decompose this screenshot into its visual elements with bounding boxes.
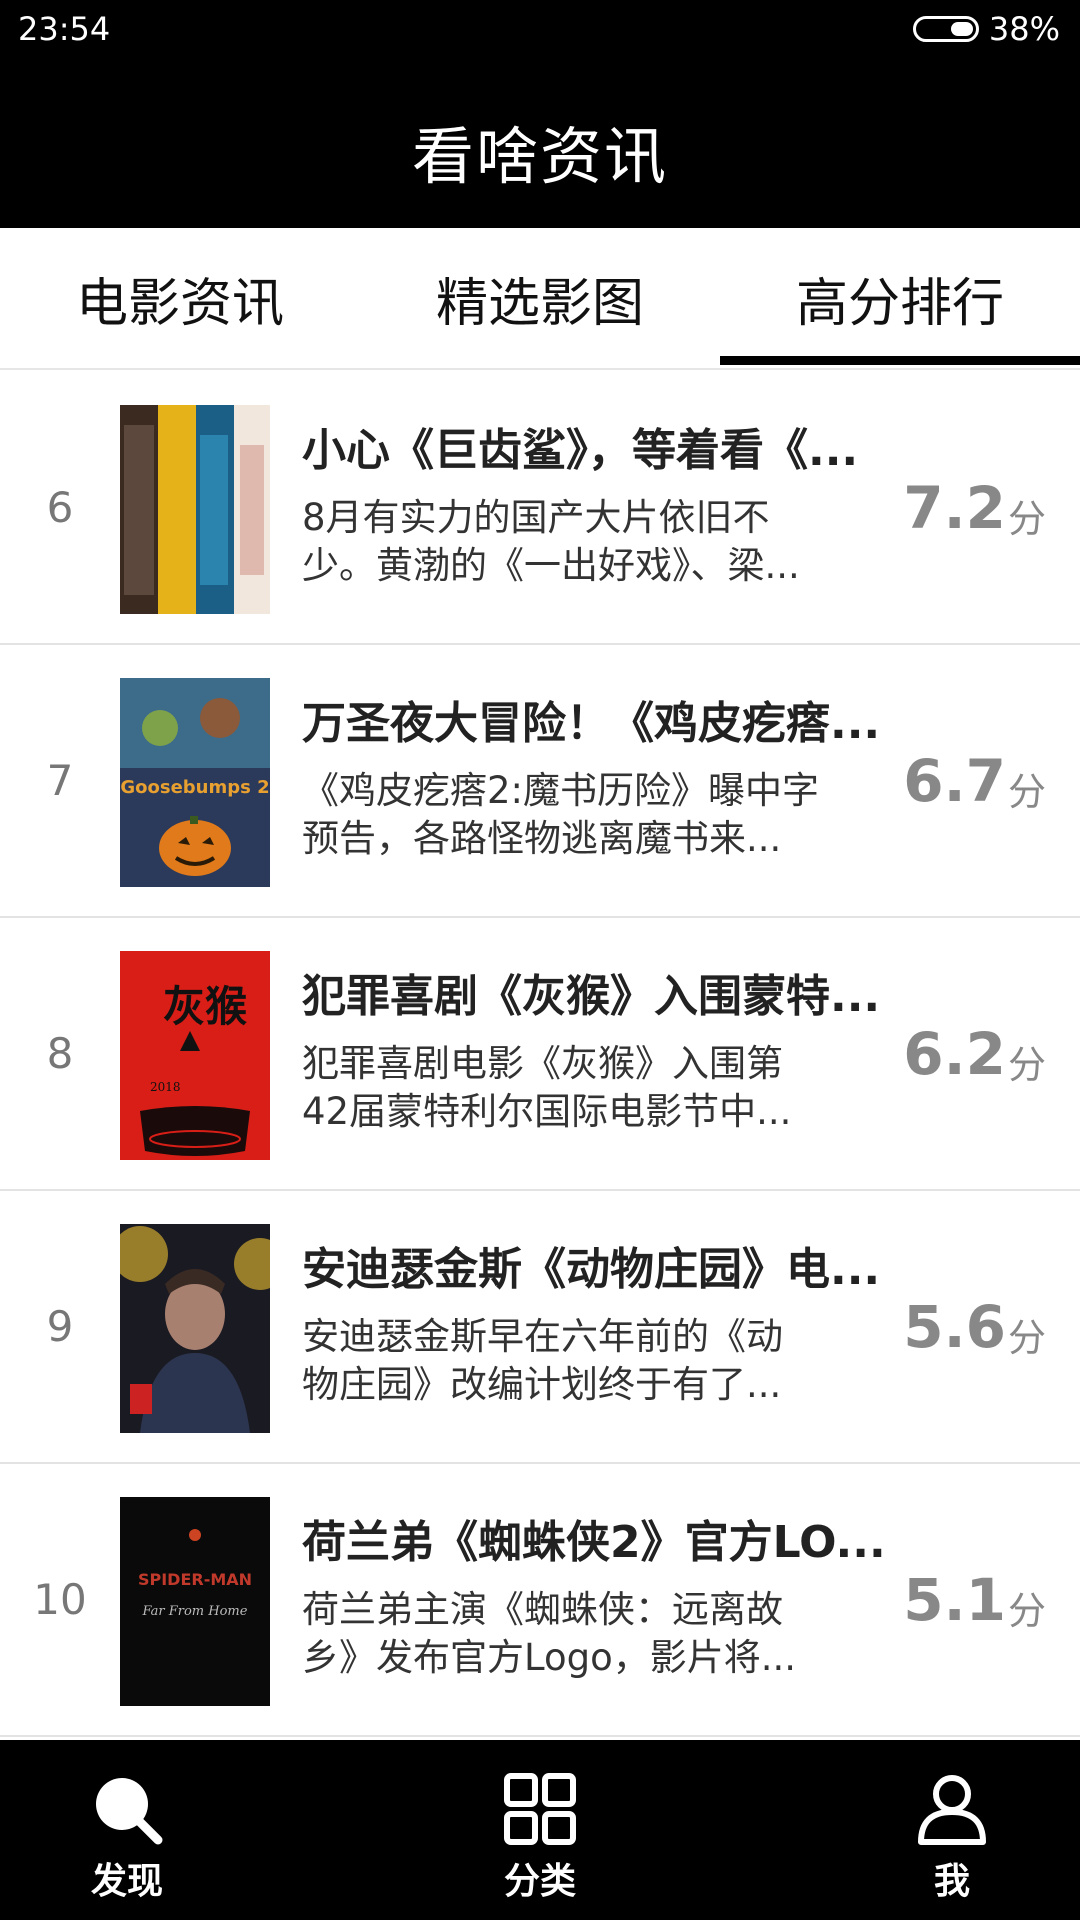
rank-number: 8 [46, 1029, 74, 1078]
rank-number: 9 [46, 1302, 74, 1351]
poster-image: SPIDER-MAN Far From Home [120, 1497, 270, 1706]
nav-me[interactable]: 我 [852, 1740, 1052, 1920]
summary-line: 犯罪喜剧电影《灰猴》入围第 [302, 1042, 783, 1085]
news-summary: 《鸡皮疙瘩2:魔书历险》曝中字 预告，各路怪物逃离魔书来... [302, 767, 842, 863]
summary-line: 物庄园》改编计划终于有了... [302, 1363, 782, 1406]
nav-discover[interactable]: 发现 [27, 1740, 227, 1920]
rating-score: 7.2 分 [903, 372, 1046, 643]
rating-score: 5.6 分 [903, 1191, 1046, 1462]
tab-bar: 电影资讯 精选影图 高分排行 [0, 228, 1080, 370]
nav-label: 我 [933, 1861, 970, 1902]
top-bar: 23:54 38% 看啥资讯 [0, 0, 1080, 228]
poster-image: 灰猴 2018 [120, 951, 270, 1160]
search-icon [96, 1778, 163, 1845]
summary-line: 乡》发布官方Logo，影片将... [302, 1636, 797, 1679]
grid-icon [504, 1773, 576, 1845]
bottom-nav: 发现 分类 我 [0, 1740, 1080, 1920]
summary-line: 8月有实力的国产大片依旧不 [302, 496, 770, 539]
list-item[interactable]: 8 灰猴 2018 犯罪喜剧《灰猴》入围蒙特... 犯罪喜剧电影《灰猴》入围第 … [0, 918, 1080, 1191]
score-value: 5.1 [903, 1565, 1006, 1634]
poster-caption: Goosebumps 2 [120, 777, 269, 798]
poster-image [120, 405, 270, 614]
list-item[interactable]: 9 安迪瑟金斯《动物庄园》电... 安迪瑟金斯早在六年前的《动 物庄园》改编计划… [0, 1191, 1080, 1464]
rank-number: 10 [33, 1575, 87, 1624]
summary-line: 预告，各路怪物逃离魔书来... [302, 817, 782, 860]
status-right: 38% [912, 10, 1060, 48]
rating-score: 6.7 分 [903, 645, 1046, 916]
summary-line: 荷兰弟主演《蜘蛛侠：远离故 [302, 1588, 783, 1631]
rank-number: 6 [46, 483, 74, 532]
summary-line: 42届蒙特利尔国际电影节中... [302, 1090, 792, 1133]
summary-line: 少。黄渤的《一出好戏》、梁... [302, 544, 800, 587]
page-title: 看啥资讯 [411, 120, 668, 193]
ranking-list: 6 小心《巨齿鲨》，等着看《... 8月有实力的国产大片依旧不 少。黄渤的《一出… [0, 372, 1080, 1737]
news-title: 安迪瑟金斯《动物庄园》电... [302, 1244, 881, 1295]
rating-score: 6.2 分 [903, 918, 1046, 1189]
battery-icon [912, 16, 979, 42]
poster-caption: Far From Home [142, 1604, 248, 1619]
poster-year: 2018 [150, 1080, 181, 1094]
score-value: 6.7 [903, 746, 1006, 815]
score-unit: 分 [1007, 1316, 1046, 1360]
news-summary: 荷兰弟主演《蜘蛛侠：远离故 乡》发布官方Logo，影片将... [302, 1586, 842, 1682]
nav-label: 分类 [503, 1861, 576, 1902]
poster-image [120, 1224, 270, 1433]
nav-category[interactable]: 分类 [440, 1740, 640, 1920]
summary-line: 《鸡皮疙瘩2:魔书历险》曝中字 [302, 769, 820, 812]
active-tab-indicator [720, 356, 1080, 365]
battery-level: 38% [988, 10, 1060, 48]
news-title: 万圣夜大冒险！《鸡皮疙瘩... [302, 698, 881, 749]
summary-line: 安迪瑟金斯早在六年前的《动 [302, 1315, 783, 1358]
tab-top-rated[interactable]: 高分排行 [720, 228, 1080, 368]
rank-number: 7 [46, 756, 74, 805]
list-item[interactable]: 6 小心《巨齿鲨》，等着看《... 8月有实力的国产大片依旧不 少。黄渤的《一出… [0, 372, 1080, 645]
score-unit: 分 [1007, 770, 1046, 814]
tab-selected-stills[interactable]: 精选影图 [360, 228, 720, 368]
nav-label: 发现 [90, 1861, 163, 1902]
news-title: 小心《巨齿鲨》，等着看《... [302, 425, 859, 476]
rating-score: 5.1 分 [903, 1464, 1046, 1735]
score-value: 6.2 [903, 1019, 1006, 1088]
status-time: 23:54 [18, 10, 111, 48]
score-value: 7.2 [903, 473, 1006, 542]
news-summary: 犯罪喜剧电影《灰猴》入围第 42届蒙特利尔国际电影节中... [302, 1040, 842, 1136]
user-icon [918, 1775, 986, 1845]
score-unit: 分 [1007, 1043, 1046, 1087]
news-summary: 8月有实力的国产大片依旧不 少。黄渤的《一出好戏》、梁... [302, 494, 842, 590]
score-value: 5.6 [903, 1292, 1006, 1361]
news-title: 荷兰弟《蜘蛛侠2》官方LO... [302, 1517, 886, 1568]
score-unit: 分 [1007, 497, 1046, 541]
news-summary: 安迪瑟金斯早在六年前的《动 物庄园》改编计划终于有了... [302, 1313, 842, 1409]
list-item[interactable]: 10 SPIDER-MAN Far From Home 荷兰弟《蜘蛛侠2》官方L… [0, 1464, 1080, 1737]
tab-movie-news[interactable]: 电影资讯 [0, 228, 360, 368]
list-item[interactable]: 7 Goosebumps 2 万圣夜大冒险！《鸡皮疙瘩... 《鸡皮疙瘩2:魔书… [0, 645, 1080, 918]
news-title: 犯罪喜剧《灰猴》入围蒙特... [302, 971, 881, 1022]
score-unit: 分 [1007, 1589, 1046, 1633]
poster-caption: SPIDER-MAN [138, 1570, 252, 1589]
poster-image: Goosebumps 2 [120, 678, 270, 887]
poster-caption: 灰猴 [163, 982, 247, 1031]
